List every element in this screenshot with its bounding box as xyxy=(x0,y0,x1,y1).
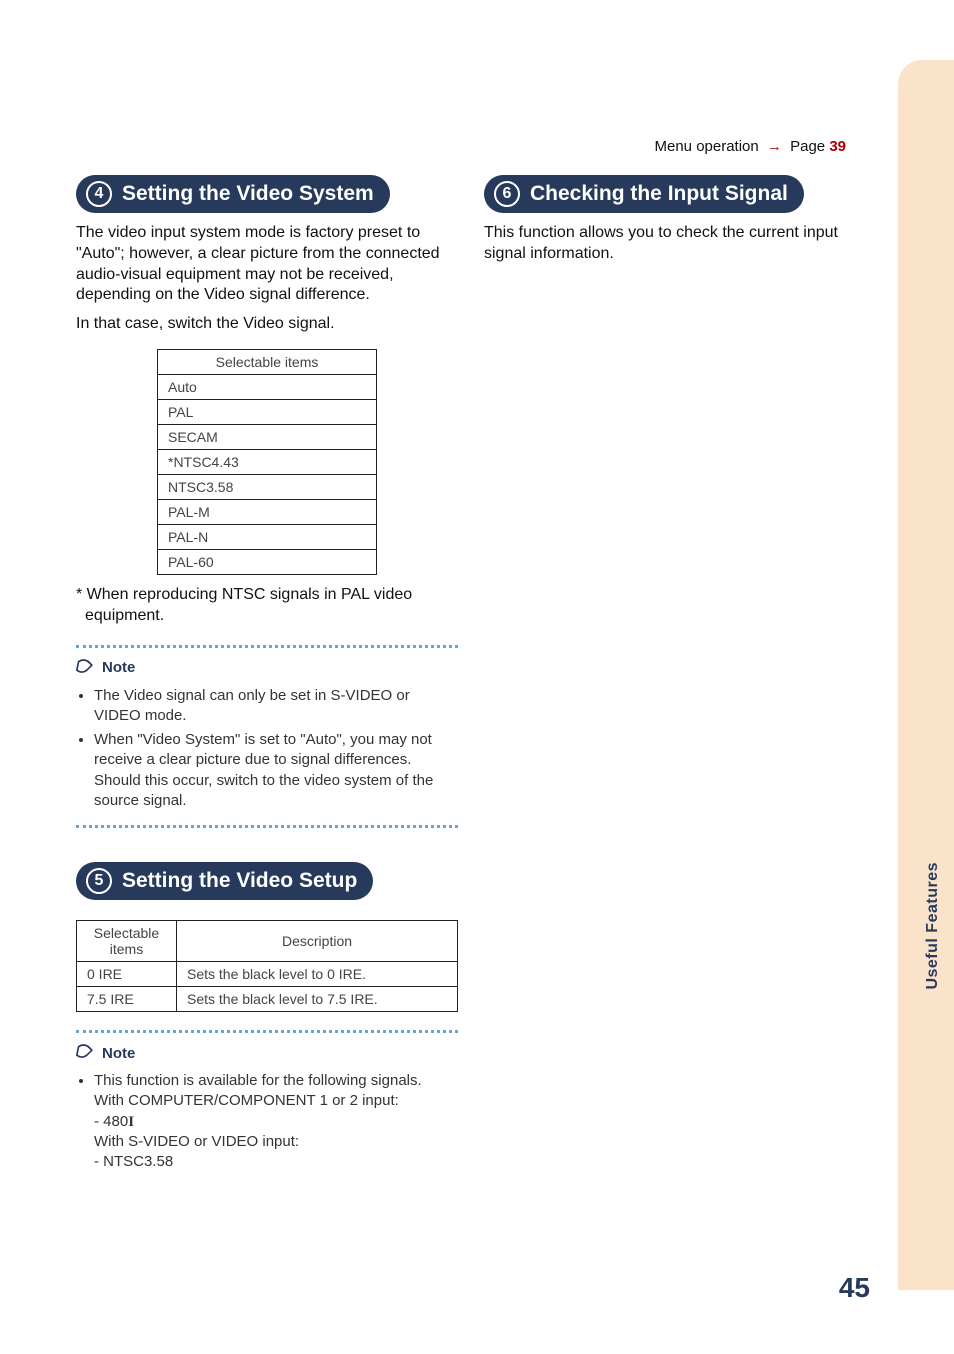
section-4-title: Setting the Video System xyxy=(122,182,374,206)
table-header: Selectable items xyxy=(158,349,377,374)
section-4-footnote: * When reproducing NTSC signals in PAL v… xyxy=(76,585,458,627)
page-label: Page xyxy=(790,138,825,155)
circled-number-icon: 6 xyxy=(494,181,520,207)
section-6-title: Checking the Input Signal xyxy=(530,182,788,206)
table-header: Selectable items xyxy=(77,921,177,962)
table-row: *NTSC4.43 xyxy=(158,449,377,474)
table-row: Sets the black level to 0 IRE. xyxy=(177,962,458,987)
section-4-para1: The video input system mode is factory p… xyxy=(76,223,458,306)
section-5-heading: 5 Setting the Video Setup xyxy=(76,862,373,900)
section-5-title: Setting the Video Setup xyxy=(122,869,357,893)
note-line: - NTSC3.58 xyxy=(94,1152,458,1172)
section-6-para: This function allows you to check the cu… xyxy=(484,223,866,265)
circled-number-icon: 4 xyxy=(86,181,112,207)
table-row: PAL xyxy=(158,399,377,424)
page-number: 45 xyxy=(839,1272,870,1304)
table-header: Description xyxy=(177,921,458,962)
note-icon xyxy=(76,1041,96,1065)
table-row: Sets the black level to 7.5 IRE. xyxy=(177,987,458,1012)
side-tab-label: Useful Features xyxy=(924,862,942,990)
circled-number-icon: 5 xyxy=(86,868,112,894)
section-4-heading: 4 Setting the Video System xyxy=(76,175,390,213)
note-box-2: Note This function is available for the … xyxy=(76,1030,458,1172)
note-line: - 480I xyxy=(94,1112,458,1132)
note-item: This function is available for the follo… xyxy=(94,1071,458,1172)
note-item: When "Video System" is set to "Auto", yo… xyxy=(94,730,458,811)
note-label: Note xyxy=(102,659,135,676)
selectable-items-table: Selectable items Auto PAL SECAM *NTSC4.4… xyxy=(157,349,377,575)
left-column: 4 Setting the Video System The video inp… xyxy=(76,175,458,1176)
note-item: The Video signal can only be set in S-VI… xyxy=(94,686,458,727)
side-tab: Useful Features xyxy=(898,60,954,1290)
menu-operation-ref: Menu operation → Page 39 xyxy=(655,138,847,155)
right-column: 6 Checking the Input Signal This functio… xyxy=(484,175,866,1176)
section-4-para2: In that case, switch the Video signal. xyxy=(76,314,458,335)
note-box-1: Note The Video signal can only be set in… xyxy=(76,645,458,829)
table-row: 0 IRE xyxy=(77,962,177,987)
note-line: With S-VIDEO or VIDEO input: xyxy=(94,1132,458,1152)
table-row: PAL-M xyxy=(158,499,377,524)
table-row: Auto xyxy=(158,374,377,399)
section-6-heading: 6 Checking the Input Signal xyxy=(484,175,804,213)
table-row: PAL-N xyxy=(158,524,377,549)
table-row: PAL-60 xyxy=(158,549,377,574)
note-label: Note xyxy=(102,1045,135,1062)
table-row: 7.5 IRE xyxy=(77,987,177,1012)
table-row: NTSC3.58 xyxy=(158,474,377,499)
note-intro: This function is available for the follo… xyxy=(94,1072,422,1089)
video-setup-table: Selectable items Description 0 IRE Sets … xyxy=(76,920,458,1012)
menu-op-text: Menu operation xyxy=(655,138,759,155)
page-ref-num: 39 xyxy=(829,138,846,155)
arrow-right-icon: → xyxy=(767,138,782,155)
table-row: SECAM xyxy=(158,424,377,449)
note-icon xyxy=(76,656,96,680)
note-line: With COMPUTER/COMPONENT 1 or 2 input: xyxy=(94,1091,458,1111)
